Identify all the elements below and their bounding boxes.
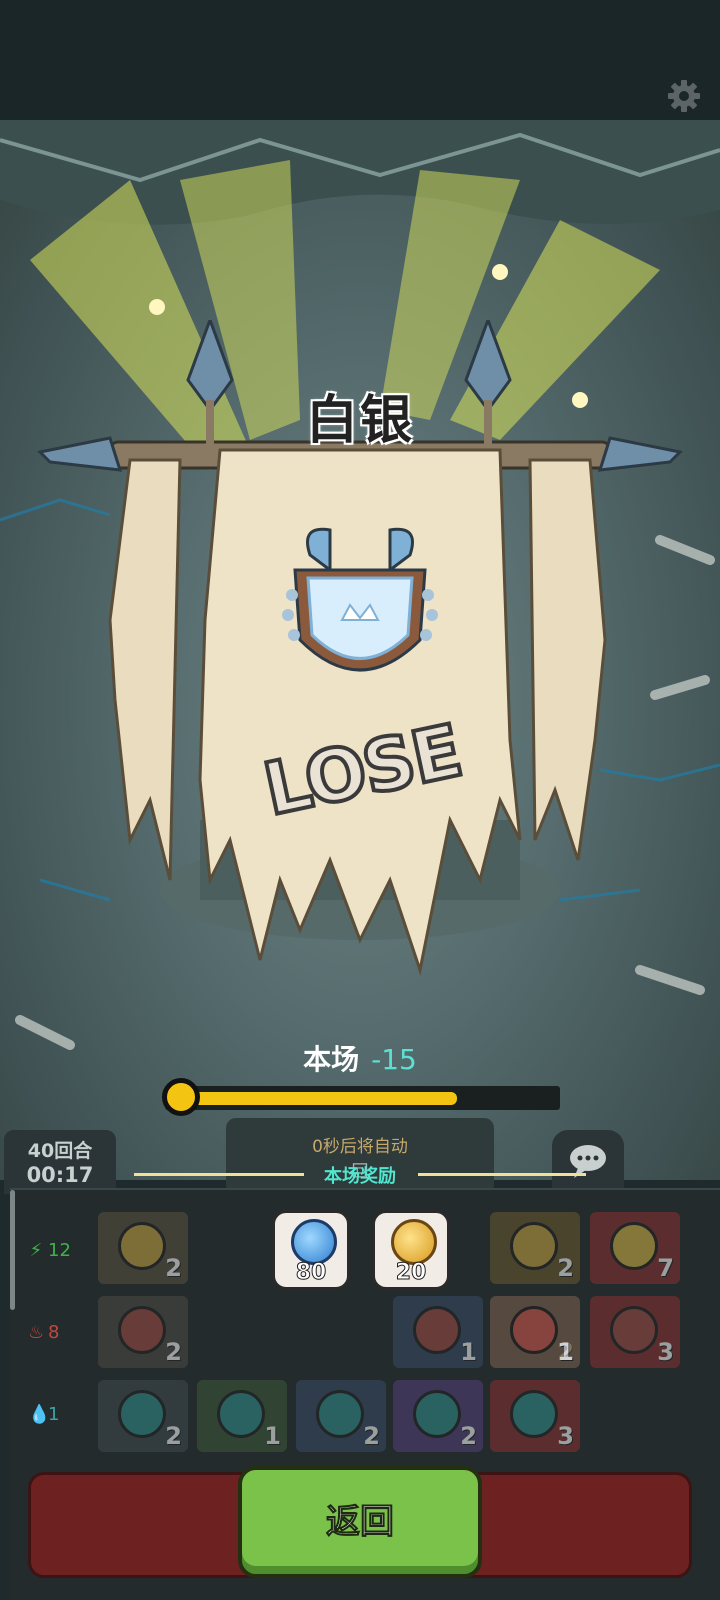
top-bar	[0, 0, 720, 120]
stat-fire: ♨ 8	[28, 1322, 88, 1343]
stat-water-value: 1	[48, 1404, 60, 1425]
card-emblem-icon	[610, 1222, 658, 1270]
card-count: 1	[557, 1338, 574, 1366]
energy-orb-icon	[291, 1219, 337, 1265]
card-emblem-icon	[217, 1390, 265, 1438]
reward-header: 本场奖励	[0, 1160, 720, 1188]
card-slot: 3	[490, 1380, 580, 1452]
card-slot: 2	[98, 1212, 188, 1284]
reward-title: 本场奖励	[324, 1166, 396, 1187]
card-slot: 2	[393, 1380, 483, 1452]
gold-coin-icon	[391, 1219, 437, 1265]
card-emblem-icon	[118, 1222, 166, 1270]
card-slot: 3	[590, 1296, 680, 1368]
card-emblem-icon	[413, 1306, 461, 1354]
card-count: 2	[557, 1254, 574, 1282]
fire-icon: ♨	[28, 1322, 45, 1343]
card-emblem-icon	[610, 1306, 658, 1354]
card-emblem-icon	[118, 1306, 166, 1354]
auto-notice-line1: 0秒后将自动	[312, 1137, 408, 1157]
card-slot: 7	[590, 1212, 680, 1284]
score-label: 本场	[303, 1043, 360, 1076]
card-slot: 2	[98, 1296, 188, 1368]
lightning-icon: ⚡	[29, 1240, 43, 1261]
card-emblem-icon	[413, 1390, 461, 1438]
card-emblem-icon	[316, 1390, 364, 1438]
card-count: 1	[460, 1338, 477, 1366]
card-slot: 1	[197, 1380, 287, 1452]
card-count: 3	[657, 1338, 674, 1366]
card-slot: 2	[98, 1380, 188, 1452]
card-slot: 2	[490, 1212, 580, 1284]
card-count: 1	[264, 1422, 281, 1450]
rank-title: 白银	[305, 391, 414, 451]
reward-gold-coin: 20	[372, 1210, 450, 1290]
stat-water: 💧1	[28, 1404, 88, 1425]
card-slot: 1	[393, 1296, 483, 1368]
settings-gear-icon[interactable]	[666, 78, 702, 114]
card-count: 2	[165, 1422, 182, 1450]
card-count: 2	[460, 1422, 477, 1450]
match-score: 本场 -15	[0, 1038, 720, 1078]
turn-count: 40回合	[27, 1140, 93, 1162]
rank-progress-knob	[162, 1078, 200, 1116]
card-emblem-icon	[510, 1390, 558, 1438]
reward-energy-count: 80	[295, 1260, 327, 1286]
reward-header-line-left	[134, 1173, 304, 1176]
card-emblem-icon	[510, 1222, 558, 1270]
card-count: 2	[165, 1254, 182, 1282]
card-emblem-icon	[118, 1390, 166, 1438]
card-count: 3	[557, 1422, 574, 1450]
reward-gold-count: 20	[395, 1260, 427, 1286]
stat-energy: ⚡ 12	[28, 1240, 88, 1261]
card-slot: 1	[490, 1296, 580, 1368]
card-count: 7	[657, 1254, 674, 1282]
back-button[interactable]: 返回	[238, 1466, 482, 1578]
water-drop-icon: 💧	[28, 1404, 51, 1425]
stat-energy-value: 12	[48, 1240, 71, 1261]
reward-header-line-right	[418, 1173, 586, 1176]
rank-progress-fill	[180, 1092, 457, 1105]
card-count: 2	[363, 1422, 380, 1450]
reward-energy-orb: 80	[272, 1210, 350, 1290]
score-delta: -15	[371, 1043, 417, 1076]
card-count: 2	[165, 1338, 182, 1366]
stat-fire-value: 8	[48, 1322, 60, 1343]
card-emblem-icon	[510, 1306, 558, 1354]
deck-scrollbar[interactable]	[10, 1190, 15, 1310]
card-slot: 2	[296, 1380, 386, 1452]
